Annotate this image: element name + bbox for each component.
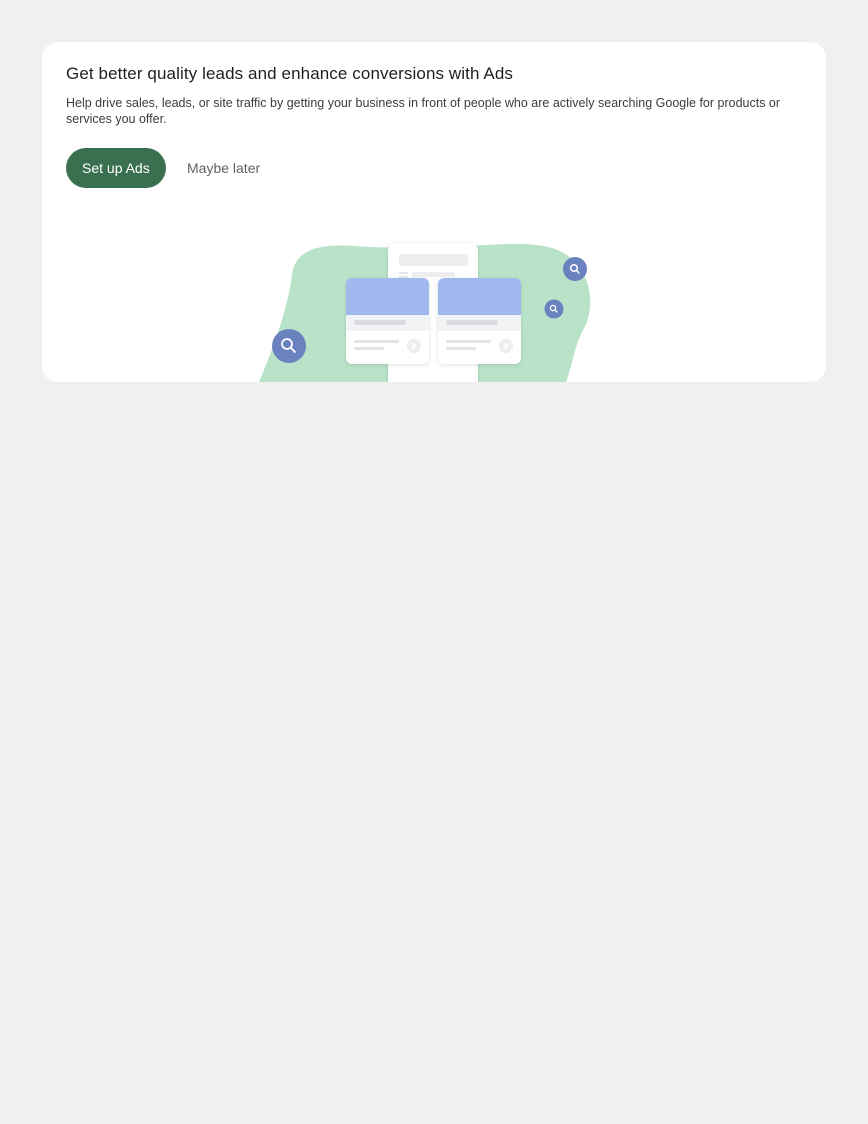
phone-text-line: [412, 272, 455, 277]
ads-illustration: [259, 243, 591, 382]
phone-search-bar: [399, 254, 468, 266]
ads-promo-card: Get better quality leads and enhance con…: [42, 42, 826, 382]
search-icon: [563, 257, 587, 281]
search-icon: [272, 329, 306, 363]
phone-menu-lines: [399, 272, 408, 274]
search-icon: [544, 299, 564, 319]
